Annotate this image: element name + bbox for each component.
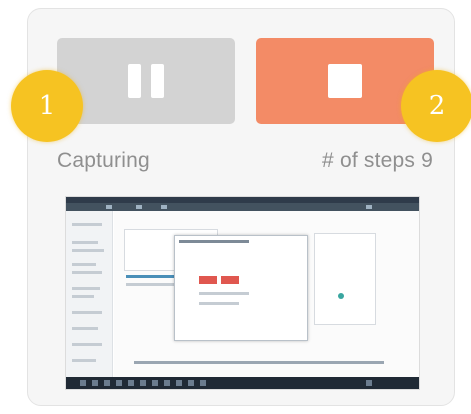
callout-badge-2: 2 (401, 70, 471, 142)
thumb-sidebar (66, 211, 113, 379)
pause-button[interactable] (57, 38, 235, 124)
thumb-taskbar (66, 377, 419, 389)
stop-icon (328, 64, 362, 98)
capturing-status-label: Capturing (57, 149, 150, 172)
thumb-dialog (174, 235, 308, 341)
thumb-nav-bar (66, 203, 419, 211)
captured-screenshot-thumbnail[interactable] (65, 196, 420, 390)
callout-badge-1: 1 (11, 70, 83, 142)
pause-icon (128, 64, 164, 98)
step-count-label: # of steps 9 (322, 149, 433, 172)
